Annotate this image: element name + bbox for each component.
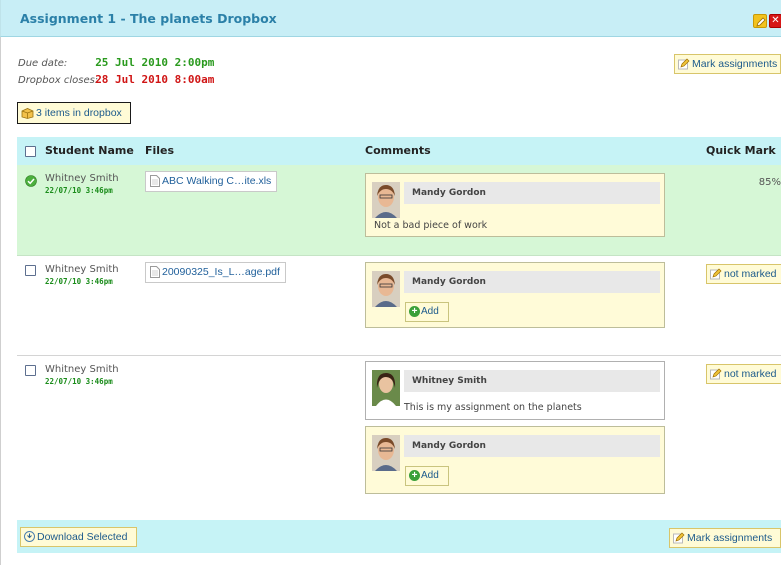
- plus-icon: +: [409, 305, 420, 317]
- mark-assignments-label: Mark assignments: [692, 58, 778, 70]
- submission-timestamp: 22/07/10 3:46pm: [45, 186, 113, 195]
- table-row: Whitney Smith 22/07/10 3:46pm 20090325_I…: [17, 256, 781, 356]
- download-selected-label: Download Selected: [37, 531, 128, 543]
- submission-timestamp: 22/07/10 3:46pm: [45, 277, 113, 286]
- download-icon: [24, 530, 35, 542]
- pencil-icon: [710, 268, 722, 280]
- file-link[interactable]: ABC Walking C…ite.xls: [145, 171, 278, 192]
- student-name: Whitney Smith: [45, 173, 119, 184]
- select-all-checkbox[interactable]: [25, 146, 36, 157]
- comment-author: Mandy Gordon: [404, 182, 660, 204]
- student-name: Whitney Smith: [45, 364, 119, 375]
- edit-icon: [756, 17, 766, 27]
- due-date: Due date: 25 Jul 2010 2:00pm: [18, 56, 214, 69]
- close-button[interactable]: ✕: [769, 14, 781, 28]
- pencil-icon: [673, 532, 685, 544]
- file-name: 20090325_Is_L…age.pdf: [162, 266, 280, 278]
- mark-assignments-button[interactable]: Mark assignments: [674, 54, 781, 74]
- comment-box: Whitney Smith This is my assignment on t…: [365, 361, 665, 420]
- due-date-label: Due date:: [18, 58, 68, 69]
- comment-author: Mandy Gordon: [404, 271, 660, 293]
- mark-assignments-bottom-button[interactable]: Mark assignments: [669, 528, 781, 548]
- dropbox-header: Assignment 1 - The planets Dropbox ✕: [0, 0, 781, 37]
- document-icon: [150, 266, 160, 279]
- pencil-icon: [678, 58, 690, 70]
- comment-author: Mandy Gordon: [404, 435, 660, 457]
- table-row: Whitney Smith 22/07/10 3:46pm Whitney Sm…: [17, 356, 781, 520]
- not-marked-button[interactable]: not marked: [706, 264, 781, 284]
- table-footer: Download Selected: [17, 520, 781, 553]
- not-marked-button[interactable]: not marked: [706, 364, 781, 384]
- comment-box: Mandy Gordon + Add: [365, 262, 665, 328]
- items-in-dropbox-button[interactable]: 3 items in dropbox: [17, 102, 131, 124]
- add-label: Add: [421, 470, 439, 481]
- close-icon: ✕: [771, 15, 780, 26]
- comment-author: Whitney Smith: [404, 370, 660, 392]
- file-name: ABC Walking C…ite.xls: [162, 175, 272, 187]
- items-in-dropbox-label: 3 items in dropbox: [36, 107, 122, 119]
- dropbox-closes-label: Dropbox closes:: [18, 75, 99, 86]
- document-icon: [150, 175, 160, 188]
- box-icon: [21, 108, 34, 120]
- comment-text: This is my assignment on the planets: [404, 402, 582, 413]
- avatar: [372, 271, 400, 307]
- comment-box: Mandy Gordon + Add: [365, 426, 665, 494]
- row-checkbox[interactable]: [25, 365, 36, 376]
- student-name: Whitney Smith: [45, 264, 119, 275]
- edit-button[interactable]: [753, 14, 767, 28]
- table-header: Student Name Files Comments Quick Mark: [17, 137, 781, 165]
- checkmark-icon: [25, 175, 37, 187]
- mark-assignments-label: Mark assignments: [687, 532, 773, 544]
- column-header-student-name[interactable]: Student Name: [45, 144, 134, 157]
- file-link[interactable]: 20090325_Is_L…age.pdf: [145, 262, 286, 283]
- pencil-icon: [710, 368, 722, 380]
- comment-text: Not a bad piece of work: [374, 220, 488, 231]
- column-header-comments[interactable]: Comments: [365, 144, 431, 157]
- add-comment-button[interactable]: + Add: [405, 466, 449, 486]
- table-row: Whitney Smith 22/07/10 3:46pm ABC Walkin…: [17, 165, 781, 256]
- not-marked-label: not marked: [724, 268, 777, 280]
- not-marked-label: not marked: [724, 368, 777, 380]
- comment-box: Mandy Gordon Not a bad piece of work: [365, 173, 665, 237]
- column-header-quick-mark[interactable]: Quick Mark: [706, 144, 776, 157]
- plus-icon: +: [409, 469, 420, 481]
- quick-mark-value: 85%: [758, 177, 781, 188]
- avatar: [372, 370, 400, 406]
- dropbox-closes-value: 28 Jul 2010 8:00am: [95, 73, 215, 86]
- submission-timestamp: 22/07/10 3:46pm: [45, 377, 113, 386]
- dropbox-closes: Dropbox closes: 28 Jul 2010 8:00am: [18, 73, 214, 86]
- avatar: [372, 182, 400, 218]
- due-date-value: 25 Jul 2010 2:00pm: [95, 56, 215, 69]
- frame-border: [0, 37, 1, 565]
- page-title: Assignment 1 - The planets Dropbox: [20, 11, 277, 26]
- column-header-files[interactable]: Files: [145, 144, 174, 157]
- download-selected-button[interactable]: Download Selected: [20, 527, 137, 547]
- add-label: Add: [421, 306, 439, 317]
- row-checkbox[interactable]: [25, 265, 36, 276]
- add-comment-button[interactable]: + Add: [405, 302, 449, 322]
- avatar: [372, 435, 400, 471]
